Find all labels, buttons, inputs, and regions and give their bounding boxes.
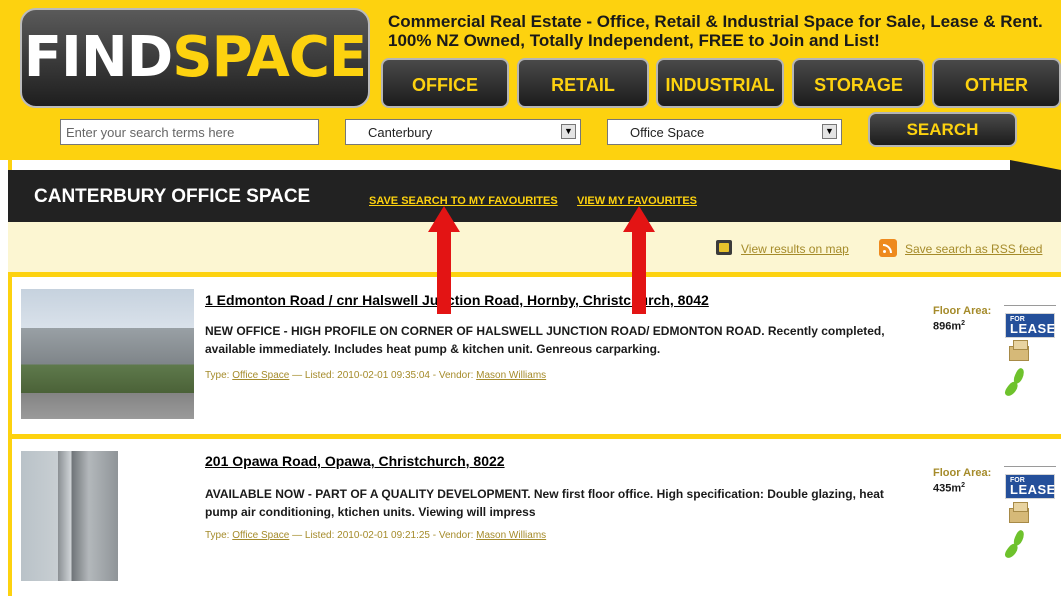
listing-1-type-link[interactable]: Office Space — [232, 370, 289, 381]
annotation-arrow-save — [428, 206, 460, 314]
logo-text: FINDSPACE — [23, 25, 367, 90]
nav-tab-other[interactable]: OTHER — [932, 58, 1061, 108]
findspace-logo[interactable]: FINDSPACE — [20, 8, 370, 108]
listing-1-description: NEW OFFICE - HIGH PROFILE ON CORNER OF H… — [205, 324, 885, 356]
annotation-arrow-view — [623, 206, 655, 314]
box-icon — [1007, 340, 1031, 362]
listing-2-vendor-link[interactable]: Mason Williams — [476, 530, 546, 541]
listing-1-floor-area-label: Floor Area: — [933, 305, 992, 317]
type-select[interactable]: Office Space ▼ — [607, 119, 842, 145]
rss-icon[interactable] — [879, 239, 897, 257]
for-lease-badge: FOR LEASE — [1005, 474, 1055, 499]
section-divider — [8, 272, 1061, 277]
sign-pole — [1004, 466, 1056, 467]
sign-pole — [1004, 305, 1056, 306]
nz-map-icon — [1005, 368, 1029, 398]
nav-tab-industrial[interactable]: INDUSTRIAL — [656, 58, 784, 108]
nav-tab-office[interactable]: OFFICE — [381, 58, 509, 108]
dropdown-arrow-icon[interactable]: ▼ — [561, 124, 576, 139]
nz-map-icon — [1005, 530, 1029, 560]
nav-tab-storage[interactable]: STORAGE — [792, 58, 925, 108]
site-tagline: Commercial Real Estate - Office, Retail … — [388, 12, 1043, 50]
title-bar-corner — [1010, 160, 1061, 170]
section-divider — [8, 434, 1061, 439]
page-title: CANTERBURY OFFICE SPACE — [34, 186, 311, 207]
search-button[interactable]: SEARCH — [868, 112, 1017, 147]
listing-1-floor-area-value: 896m2 — [933, 320, 966, 333]
listing-2-floor-area-label: Floor Area: — [933, 467, 992, 479]
listing-2-photo[interactable] — [21, 451, 118, 581]
listing-1-meta: Type: Office Space — Listed: 2010-02-01 … — [205, 370, 547, 381]
listing-2-floor-area-value: 435m2 — [933, 482, 966, 495]
rss-feed-link[interactable]: Save search as RSS feed — [905, 242, 1042, 256]
region-select-value: Canterbury — [368, 125, 433, 140]
for-lease-badge: FOR LEASE — [1005, 313, 1055, 338]
view-on-map-link[interactable]: View results on map — [741, 242, 849, 256]
box-icon — [1007, 502, 1031, 524]
type-select-value: Office Space — [630, 125, 705, 140]
nav-tab-retail[interactable]: RETAIL — [517, 58, 649, 108]
listing-1-vendor-link[interactable]: Mason Williams — [476, 370, 546, 381]
listing-2-meta: Type: Office Space — Listed: 2010-02-01 … — [205, 530, 547, 541]
results-tools-bar — [8, 222, 1061, 272]
listing-1-photo[interactable] — [21, 289, 194, 419]
dropdown-arrow-icon[interactable]: ▼ — [822, 124, 837, 139]
region-select[interactable]: Canterbury ▼ — [345, 119, 581, 145]
map-icon[interactable] — [716, 240, 732, 255]
listing-2-type-link[interactable]: Office Space — [232, 530, 289, 541]
save-search-favourites-link[interactable]: SAVE SEARCH TO MY FAVOURITES — [369, 195, 558, 207]
listing-2-description: AVAILABLE NOW - PART OF A QUALITY DEVELO… — [205, 487, 884, 519]
listing-2-title-link[interactable]: 201 Opawa Road, Opawa, Christchurch, 802… — [205, 453, 505, 469]
search-input[interactable] — [60, 119, 319, 145]
